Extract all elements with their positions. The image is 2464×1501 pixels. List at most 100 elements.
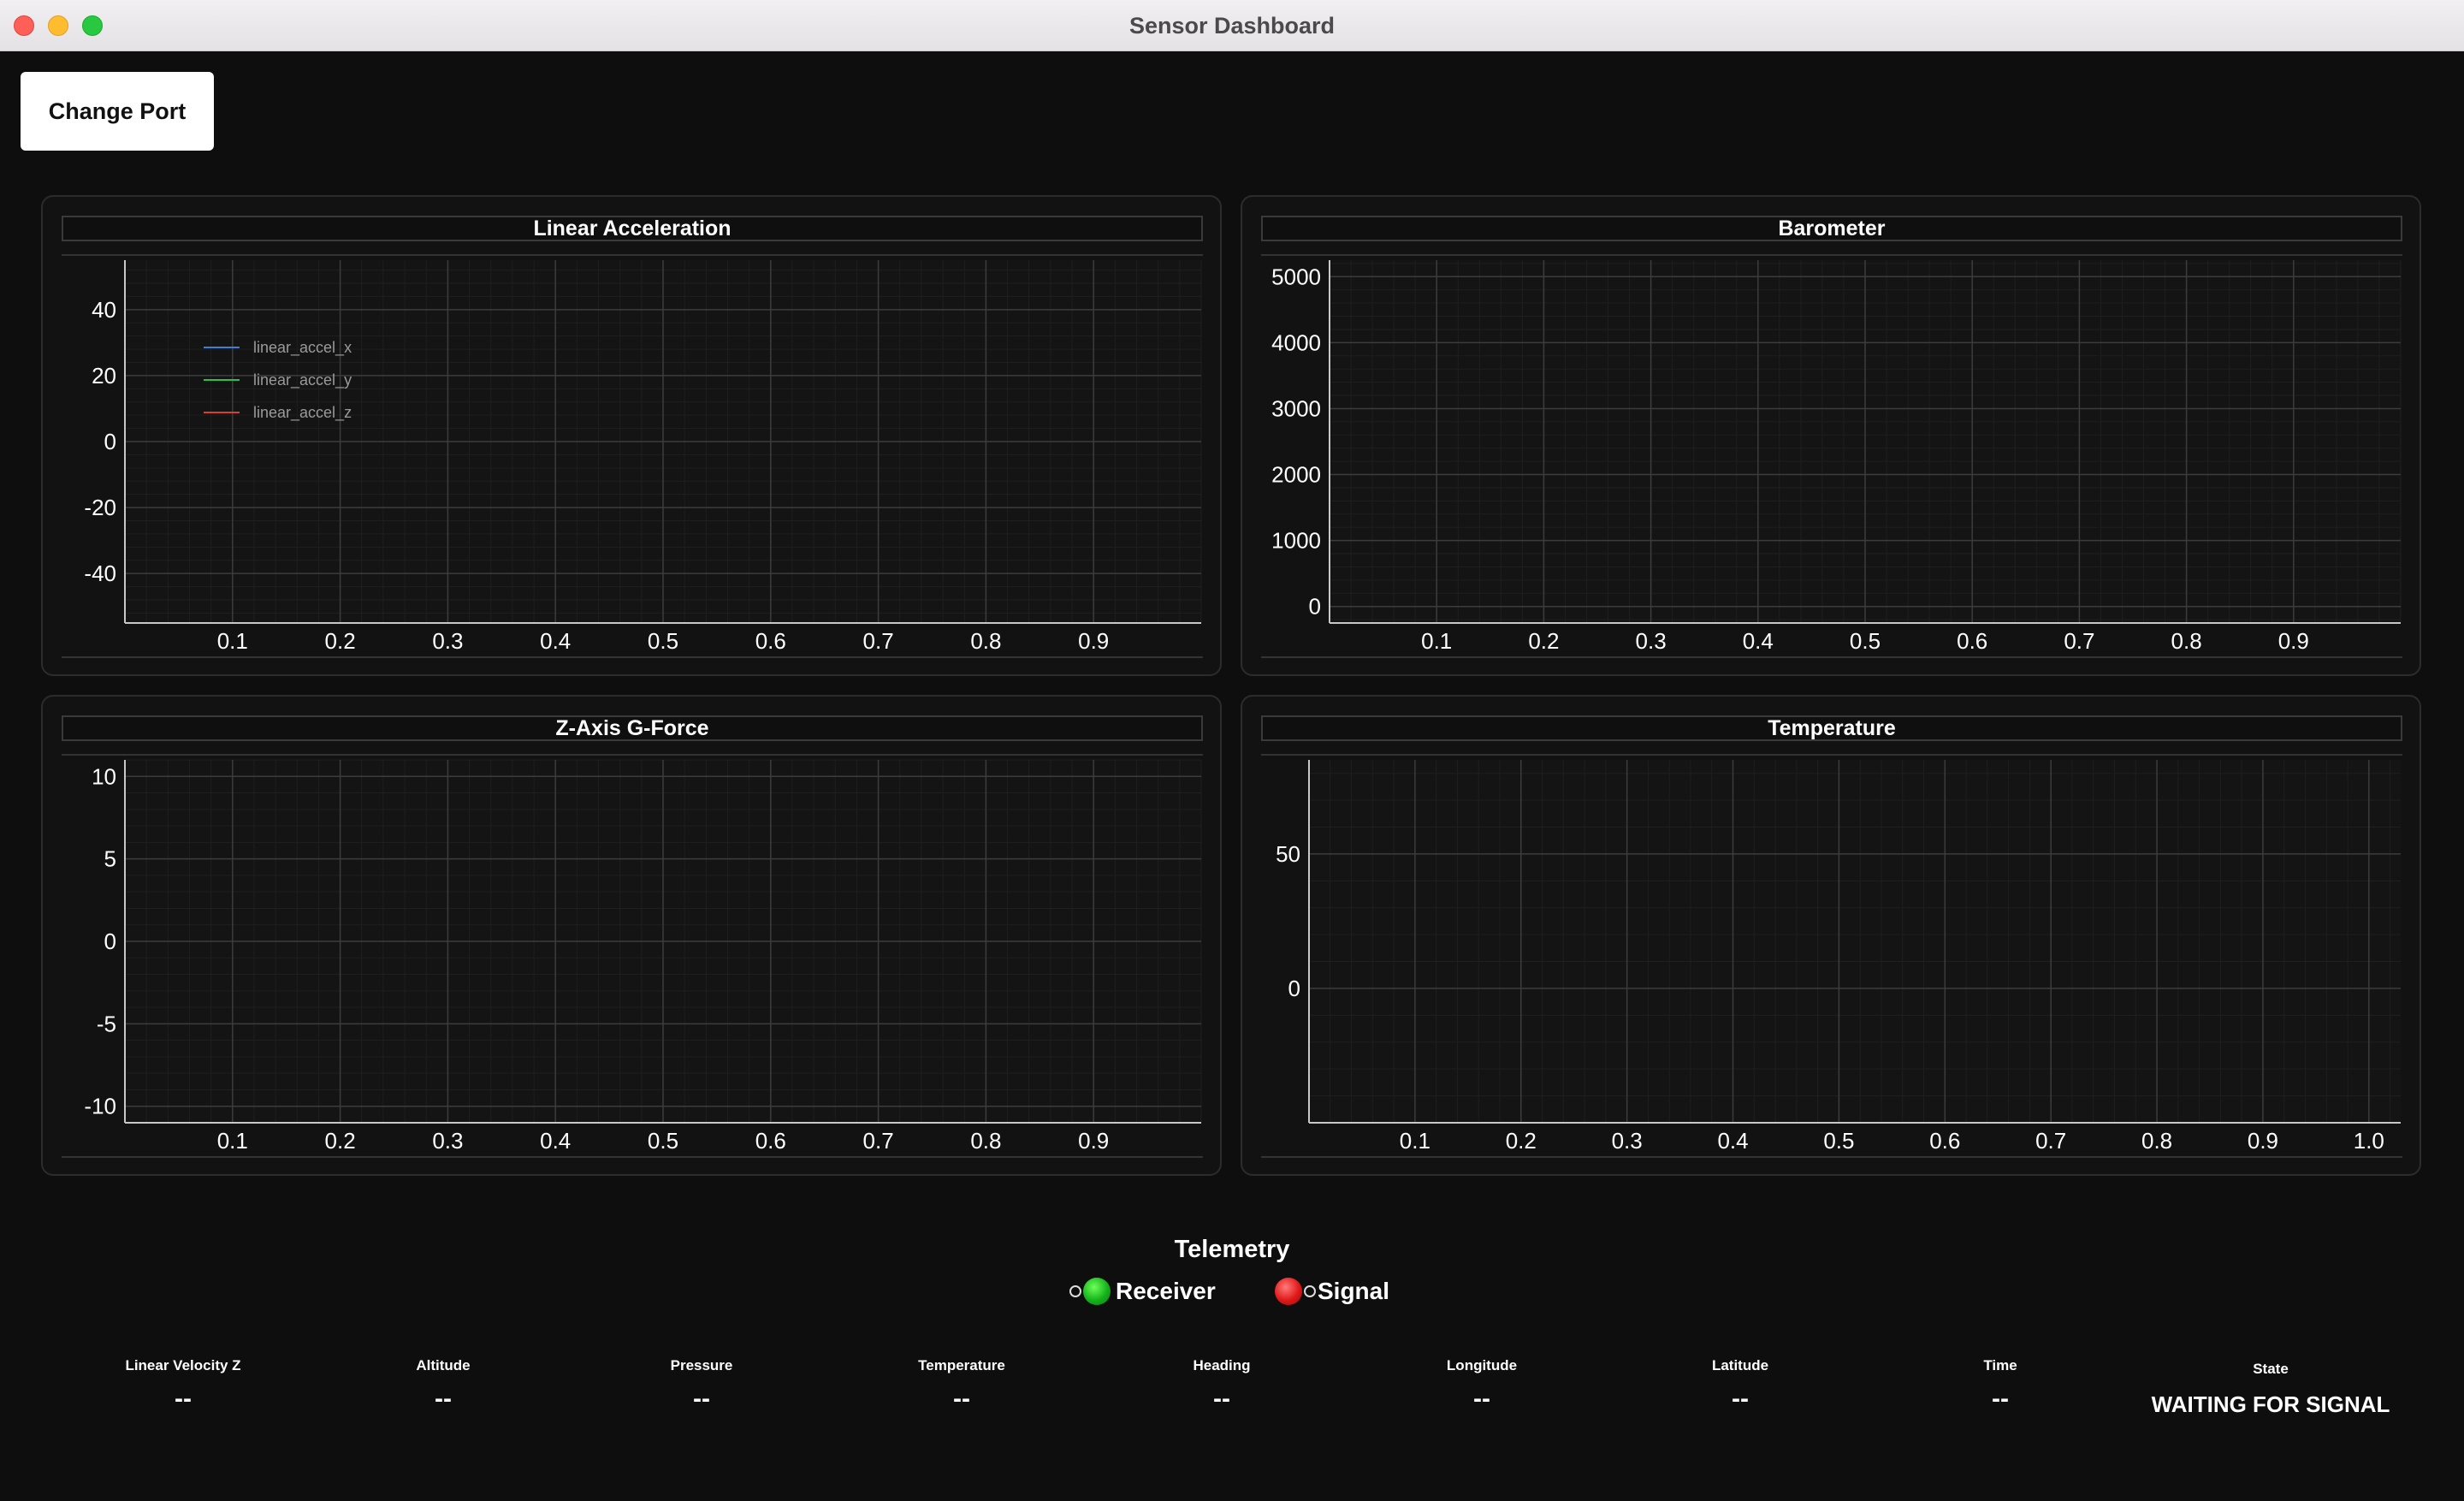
signal-radio-ring[interactable] (1304, 1285, 1316, 1297)
y-tick-label: 3000 (1271, 395, 1321, 421)
legend-label: linear_accel_y (253, 371, 352, 389)
barometer-panel: Barometer 0.1 0.2 0.3 0.4 0.5 0.6 0.7 0.8 0.9 500… (1241, 195, 2421, 676)
x-tick-label: 0.7 (863, 628, 894, 654)
x-tick-label: 0.5 (1823, 1128, 1854, 1154)
title-bar: Sensor Dashboard (0, 0, 2464, 51)
y-tick-label: 1000 (1271, 528, 1321, 554)
receiver-label: Receiver (1116, 1278, 1216, 1304)
y-tick-label: -20 (84, 495, 116, 520)
plot-area (1309, 760, 2401, 1123)
x-tick-label: 0.1 (217, 1128, 248, 1154)
x-tick-label: 0.8 (970, 1128, 1001, 1154)
metric-value: -- (175, 1385, 192, 1413)
y-tick-label: 0 (104, 928, 116, 954)
x-tick-label: 0.4 (1717, 1128, 1748, 1154)
telemetry-title: Telemetry (1174, 1236, 1290, 1263)
metric-value: -- (1992, 1385, 2009, 1413)
receiver-status-led (1083, 1278, 1111, 1305)
x-tick-label: 0.3 (432, 628, 463, 654)
y-tick-label: 4000 (1271, 329, 1321, 355)
metric-value: -- (1473, 1385, 1490, 1413)
x-tick-label: 0.4 (540, 628, 571, 654)
x-tick-label: 0.5 (1850, 628, 1881, 654)
y-tick-label: 5 (104, 846, 116, 872)
y-tick-label: 2000 (1271, 462, 1321, 488)
x-tick-label: 0.2 (325, 628, 356, 654)
x-tick-label: 1.0 (2354, 1128, 2384, 1154)
y-tick-label: 40 (92, 297, 116, 323)
y-tick-label: 0 (104, 429, 116, 454)
metric-value: -- (1732, 1385, 1749, 1413)
linear-acceleration-chart[interactable]: 0.1 0.2 0.3 0.4 0.5 0.6 0.7 0.8 0.9 40 20 0 -20 -40 li… (43, 197, 1220, 674)
x-tick-label: 0.2 (325, 1128, 356, 1154)
metric-heading: Heading -- (1102, 1357, 1342, 1414)
metric-label: Time (1983, 1357, 2017, 1373)
y-tick-label: -5 (97, 1011, 116, 1036)
x-tick-label: 0.1 (1400, 1128, 1430, 1154)
y-tick-label: 0 (1309, 594, 1321, 620)
z-axis-g-force-chart[interactable]: 0.1 0.2 0.3 0.4 0.5 0.6 0.7 0.8 0.9 10 5 0 -5 -10 (43, 697, 1220, 1174)
metric-latitude: Latitude -- (1620, 1357, 1860, 1414)
x-tick-label: 0.9 (2248, 1128, 2278, 1154)
window-title: Sensor Dashboard (1128, 13, 1336, 39)
metric-label: Latitude (1711, 1357, 1769, 1373)
y-tick-label: 20 (92, 363, 116, 389)
metric-label: Longitude (1446, 1357, 1518, 1373)
y-tick-label: -40 (84, 561, 116, 586)
x-tick-label: 0.4 (540, 1128, 571, 1154)
x-tick-label: 0.9 (2278, 628, 2309, 654)
temperature-panel: Temperature 0.1 0.2 0.3 0.4 0.5 0.6 0.7 0.8 0.9 1… (1241, 695, 2421, 1176)
x-tick-label: 0.6 (755, 1128, 786, 1154)
temperature-chart[interactable]: 0.1 0.2 0.3 0.4 0.5 0.6 0.7 0.8 0.9 1.0 50 0 (1242, 697, 2420, 1174)
x-tick-label: 0.7 (2035, 1128, 2066, 1154)
linear-acceleration-panel: Linear Acceleration 0.1 0.2 0.3 0.4 0.5 0.6 0.… (41, 195, 1222, 676)
y-tick-label: -10 (84, 1094, 116, 1119)
x-tick-label: 0.5 (648, 628, 678, 654)
state-label: State (2253, 1361, 2289, 1377)
app-window: Sensor Dashboard Change Port Linear Acce… (0, 0, 2464, 1501)
x-tick-label: 0.1 (217, 628, 248, 654)
x-tick-label: 0.6 (1929, 1128, 1960, 1154)
z-axis-g-force-panel: Z-Axis G-Force 0.1 0.2 0.3 0.4 0.5 0.6 0.7 0.8 0… (41, 695, 1222, 1176)
metric-value: -- (953, 1385, 970, 1413)
x-tick-label: 0.5 (648, 1128, 678, 1154)
x-tick-label: 0.2 (1528, 628, 1559, 654)
signal-label: Signal (1318, 1278, 1390, 1304)
x-tick-label: 0.2 (1506, 1128, 1537, 1154)
legend-label: linear_accel_z (253, 404, 352, 422)
signal-indicator: Signal (1275, 1277, 1389, 1306)
x-tick-label: 0.1 (1421, 628, 1452, 654)
x-tick-label: 0.9 (1078, 1128, 1109, 1154)
x-tick-label: 0.8 (970, 628, 1001, 654)
x-tick-label: 0.3 (1612, 1128, 1643, 1154)
metric-longitude: Longitude -- (1362, 1357, 1602, 1414)
x-tick-label: 0.7 (863, 1128, 894, 1154)
legend-label: linear_accel_x (253, 339, 352, 357)
metric-label: Heading (1193, 1357, 1251, 1373)
x-tick-label: 0.6 (1957, 628, 1987, 654)
x-tick-label: 0.4 (1743, 628, 1774, 654)
metric-altitude: Altitude -- (323, 1357, 563, 1414)
metric-linear-velocity-z: Linear Velocity Z -- (63, 1357, 303, 1414)
metric-time: Time -- (1881, 1357, 2120, 1414)
metric-label: Pressure (670, 1357, 733, 1373)
y-tick-label: 10 (92, 763, 116, 789)
receiver-indicator: Receiver (1069, 1277, 1216, 1306)
metric-label: Altitude (416, 1357, 471, 1373)
receiver-radio-ring[interactable] (1069, 1285, 1081, 1297)
x-tick-label: 0.7 (2064, 628, 2094, 654)
metric-value: -- (693, 1385, 710, 1413)
y-tick-label: 5000 (1271, 264, 1321, 289)
x-tick-label: 0.3 (432, 1128, 463, 1154)
state-value: WAITING FOR SIGNAL (2151, 1391, 2390, 1417)
barometer-chart[interactable]: 0.1 0.2 0.3 0.4 0.5 0.6 0.7 0.8 0.9 5000 4000 3000 2… (1242, 197, 2420, 674)
y-tick-label: 50 (1276, 841, 1300, 867)
y-tick-label: 0 (1288, 976, 1300, 1001)
change-port-button[interactable]: Change Port (21, 72, 214, 151)
metric-label: Temperature (918, 1357, 1005, 1373)
x-tick-label: 0.8 (2171, 628, 2202, 654)
metric-label: Linear Velocity Z (125, 1357, 241, 1373)
x-tick-label: 0.9 (1078, 628, 1109, 654)
metric-value: -- (435, 1385, 452, 1413)
metric-temperature: Temperature -- (842, 1357, 1081, 1414)
